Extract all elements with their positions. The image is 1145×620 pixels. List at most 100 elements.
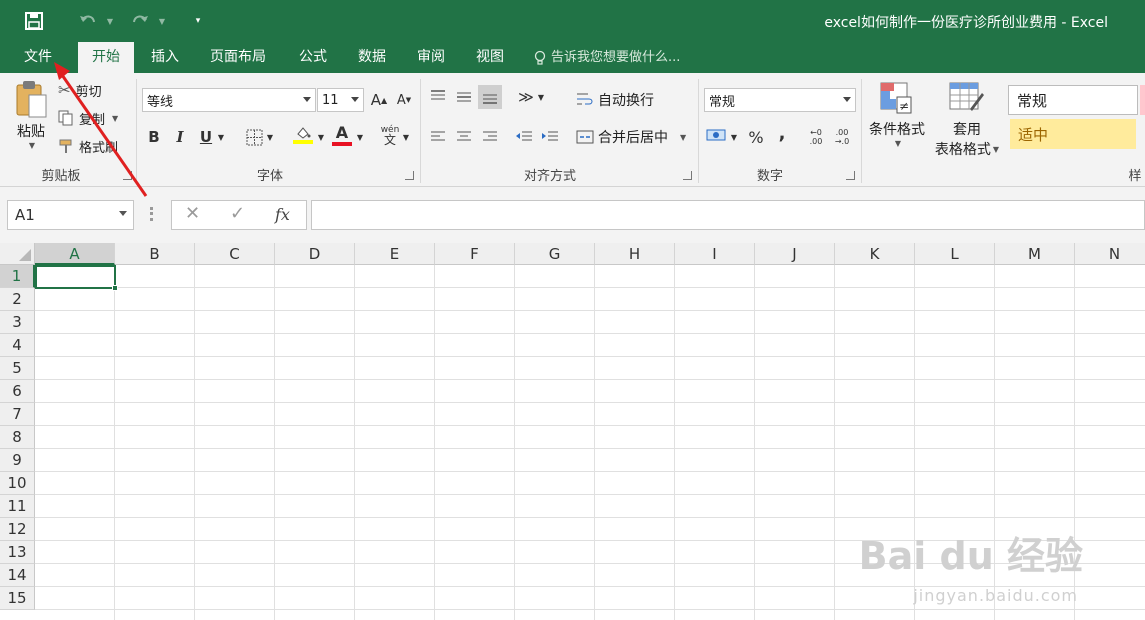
active-cell-a1[interactable] — [35, 265, 118, 291]
format-as-table-button[interactable]: 套用 表格格式 ▼ — [930, 81, 1004, 163]
tab-review[interactable]: 审阅 — [406, 42, 456, 73]
align-right-icon[interactable] — [478, 125, 502, 149]
column-header-k[interactable]: K — [835, 243, 915, 265]
underline-dropdown-icon[interactable]: ▼ — [214, 125, 228, 149]
name-box-dropdown-icon[interactable] — [119, 211, 127, 216]
column-header-f[interactable]: F — [435, 243, 515, 265]
row-header-1[interactable]: 1 — [0, 265, 35, 288]
formula-input[interactable] — [311, 200, 1145, 230]
decrease-decimal-icon[interactable]: .00 →.0 — [830, 125, 854, 149]
row-header-7[interactable]: 7 — [0, 403, 35, 426]
insert-function-icon[interactable]: fx — [275, 205, 290, 224]
row-header-2[interactable]: 2 — [0, 288, 35, 311]
tab-file[interactable]: 文件 — [10, 42, 66, 73]
decrease-font-icon[interactable]: A ▼ — [392, 88, 416, 112]
row-header-3[interactable]: 3 — [0, 311, 35, 334]
style-normal[interactable]: 常规 — [1008, 85, 1138, 115]
fill-color-icon[interactable] — [291, 123, 315, 147]
clipboard-launcher-icon[interactable] — [123, 171, 132, 180]
tab-insert[interactable]: 插入 — [140, 42, 190, 73]
font-launcher-icon[interactable] — [405, 171, 414, 180]
tab-formulas[interactable]: 公式 — [288, 42, 338, 73]
customize-qat-icon[interactable]: ▾ — [190, 9, 206, 33]
name-box[interactable]: A1 — [7, 200, 134, 230]
fill-handle[interactable] — [112, 285, 118, 291]
align-left-icon[interactable] — [426, 125, 450, 149]
number-launcher-icon[interactable] — [846, 171, 855, 180]
phonetic-dropdown-icon[interactable]: ▼ — [399, 125, 413, 149]
alignment-launcher-icon[interactable] — [683, 171, 692, 180]
redo-dropdown-icon[interactable]: ▼ — [156, 9, 168, 33]
select-all-corner[interactable] — [0, 243, 35, 265]
increase-decimal-icon[interactable]: ←0.00 — [804, 125, 828, 149]
row-header-8[interactable]: 8 — [0, 426, 35, 449]
style-bad-preview[interactable] — [1140, 85, 1145, 115]
column-header-g[interactable]: G — [515, 243, 595, 265]
tab-data[interactable]: 数据 — [347, 42, 397, 73]
increase-font-icon[interactable]: A ▲ — [367, 88, 391, 112]
enter-icon[interactable]: ✓ — [230, 203, 245, 224]
row-header-6[interactable]: 6 — [0, 380, 35, 403]
redo-icon[interactable] — [128, 9, 152, 33]
column-header-h[interactable]: H — [595, 243, 675, 265]
undo-dropdown-icon[interactable]: ▼ — [104, 9, 116, 33]
borders-dropdown-icon[interactable]: ▼ — [263, 125, 277, 149]
font-size-combo[interactable]: 11 — [317, 88, 364, 112]
column-header-b[interactable]: B — [115, 243, 195, 265]
percent-button[interactable]: % — [744, 125, 768, 149]
wrap-text-button[interactable]: 自动换行 — [576, 88, 654, 112]
bold-button[interactable]: B — [142, 125, 166, 149]
orientation-dropdown-icon[interactable]: ▼ — [534, 85, 548, 109]
row-header-11[interactable]: 11 — [0, 495, 35, 518]
format-painter-button[interactable]: 格式刷 — [58, 135, 118, 157]
row-header-5[interactable]: 5 — [0, 357, 35, 380]
column-header-n[interactable]: N — [1075, 243, 1145, 265]
conditional-formatting-button[interactable]: ≠ 条件格式 ▼ — [864, 81, 930, 163]
merge-center-dropdown-icon[interactable]: ▼ — [680, 133, 686, 142]
align-top-icon[interactable] — [426, 85, 450, 109]
tab-home[interactable]: 开始 — [78, 42, 134, 73]
row-header-13[interactable]: 13 — [0, 541, 35, 564]
row-header-12[interactable]: 12 — [0, 518, 35, 541]
copy-button[interactable]: 复制 ▼ — [58, 107, 118, 129]
accounting-dropdown-icon[interactable]: ▼ — [727, 125, 741, 149]
conditional-formatting-dropdown-icon[interactable]: ▼ — [895, 139, 901, 148]
fill-color-dropdown-icon[interactable]: ▼ — [314, 125, 328, 149]
tab-view[interactable]: 视图 — [465, 42, 515, 73]
decrease-indent-icon[interactable] — [512, 125, 536, 149]
italic-button[interactable]: I — [168, 125, 192, 149]
column-header-c[interactable]: C — [195, 243, 275, 265]
font-color-dropdown-icon[interactable]: ▼ — [353, 125, 367, 149]
style-neutral[interactable]: 适中 — [1010, 119, 1136, 149]
column-header-a[interactable]: A — [35, 243, 115, 265]
paste-dropdown-icon[interactable]: ▼ — [29, 141, 35, 150]
paste-button[interactable]: 粘贴 ▼ — [10, 79, 52, 161]
cancel-icon[interactable]: ✕ — [185, 203, 200, 224]
tab-page-layout[interactable]: 页面布局 — [200, 42, 276, 73]
column-header-d[interactable]: D — [275, 243, 355, 265]
comma-button[interactable]: , — [770, 121, 794, 145]
align-middle-icon[interactable] — [452, 85, 476, 109]
row-header-10[interactable]: 10 — [0, 472, 35, 495]
formula-bar-grip-icon[interactable] — [150, 207, 153, 221]
font-name-combo[interactable]: 等线 — [142, 88, 316, 112]
align-bottom-icon[interactable] — [478, 85, 502, 109]
save-icon[interactable] — [22, 9, 46, 33]
tell-me-box[interactable]: 告诉我您想要做什么... — [534, 42, 680, 73]
font-color-icon[interactable]: A — [330, 123, 354, 147]
row-header-14[interactable]: 14 — [0, 564, 35, 587]
column-header-l[interactable]: L — [915, 243, 995, 265]
column-header-m[interactable]: M — [995, 243, 1075, 265]
accounting-format-icon[interactable] — [704, 123, 728, 147]
undo-icon[interactable] — [76, 9, 100, 33]
row-header-9[interactable]: 9 — [0, 449, 35, 472]
align-center-icon[interactable] — [452, 125, 476, 149]
column-header-i[interactable]: I — [675, 243, 755, 265]
format-as-table-dropdown-icon[interactable]: ▼ — [993, 145, 999, 154]
column-header-j[interactable]: J — [755, 243, 835, 265]
copy-dropdown-icon[interactable]: ▼ — [112, 114, 118, 123]
increase-indent-icon[interactable] — [538, 125, 562, 149]
merge-center-button[interactable]: 合并后居中 ▼ — [576, 125, 686, 149]
cut-button[interactable]: ✂ 剪切 — [58, 79, 102, 101]
number-format-combo[interactable]: 常规 — [704, 88, 856, 112]
